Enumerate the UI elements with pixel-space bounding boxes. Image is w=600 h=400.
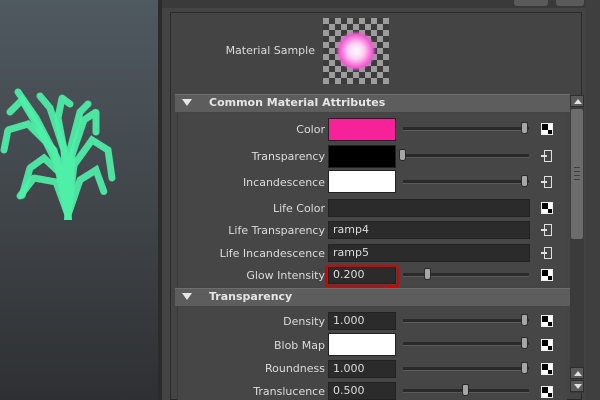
blob-map-slider-handle[interactable]	[521, 337, 529, 349]
density-field[interactable]: 1.000	[328, 312, 396, 330]
scroll-up-small-icon[interactable]	[570, 367, 584, 379]
density-slider-handle[interactable]	[521, 314, 529, 326]
vertical-scrollbar[interactable]	[570, 95, 584, 393]
density-map-button-icon[interactable]	[541, 315, 553, 327]
incandescence-slider-handle[interactable]	[521, 175, 529, 187]
color-swatch[interactable]	[328, 118, 396, 141]
glow-intensity-map-button-icon[interactable]	[541, 269, 553, 281]
translucence-map-button-icon[interactable]	[541, 386, 553, 398]
density-label: Density	[283, 315, 325, 328]
material-sample-glow	[336, 31, 376, 71]
roundness-label: Roundness	[264, 362, 325, 375]
life-incandescence-field[interactable]: ramp5	[328, 244, 530, 262]
top-button-1[interactable]	[514, 0, 548, 6]
life-color-map-button-icon[interactable]	[541, 202, 553, 214]
collapse-triangle-icon	[182, 293, 192, 300]
color-map-button-icon[interactable]	[541, 123, 553, 135]
material-sample-label: Material Sample	[225, 44, 315, 57]
transparency-connection-icon[interactable]	[541, 150, 553, 162]
blob-map-map-button-icon[interactable]	[541, 339, 553, 351]
transparency-slider-track[interactable]	[403, 154, 529, 158]
translucence-label: Translucence	[253, 385, 325, 398]
transparency-label: Transparency	[251, 150, 325, 163]
material-sample-swatch[interactable]	[323, 18, 389, 84]
color-slider-track[interactable]	[403, 127, 529, 131]
transparency-swatch[interactable]	[328, 145, 396, 168]
scroll-up-icon[interactable]	[570, 95, 584, 107]
incandescence-slider-track[interactable]	[403, 180, 529, 184]
glow-intensity-label: Glow Intensity	[246, 269, 325, 282]
life-color-label: Life Color	[272, 202, 325, 215]
roundness-field[interactable]: 1.000	[328, 360, 396, 378]
right-edge-panel	[586, 0, 600, 400]
section-header-common[interactable]: Common Material Attributes	[175, 94, 570, 112]
life-incandescence-connection-icon[interactable]	[541, 247, 553, 259]
blob-map-label: Blob Map	[273, 339, 325, 352]
section-header-transparency[interactable]: Transparency	[175, 288, 570, 306]
top-button-2[interactable]	[556, 0, 584, 6]
life-color-field[interactable]	[328, 199, 530, 217]
density-slider-track[interactable]	[403, 319, 529, 323]
roundness-map-button-icon[interactable]	[541, 363, 553, 375]
incandescence-swatch[interactable]	[328, 170, 396, 193]
particle-plant	[0, 88, 116, 220]
blob-map-slider-track[interactable]	[403, 342, 529, 346]
life-transparency-connection-icon[interactable]	[541, 224, 553, 236]
glow-intensity-slider-track[interactable]	[403, 273, 529, 277]
scroll-down-icon[interactable]	[570, 380, 584, 392]
glow-intensity-slider-handle[interactable]	[424, 268, 432, 280]
roundness-slider-track[interactable]	[403, 367, 529, 371]
viewport[interactable]	[0, 0, 158, 400]
life-incandescence-label: Life Incandescence	[219, 247, 325, 260]
section-title: Common Material Attributes	[209, 96, 386, 109]
color-slider-handle[interactable]	[521, 122, 529, 134]
editor-top-bar	[162, 0, 600, 8]
scrollbar-thumb[interactable]	[571, 109, 583, 239]
translucence-slider-handle[interactable]	[462, 384, 469, 396]
incandescence-connection-icon[interactable]	[541, 176, 553, 188]
life-transparency-field[interactable]: ramp4	[328, 221, 530, 239]
color-label: Color	[296, 123, 325, 136]
transparency-slider-handle[interactable]	[399, 149, 406, 161]
translucence-field[interactable]: 0.500	[328, 382, 396, 400]
incandescence-label: Incandescence	[242, 176, 325, 189]
section-title: Transparency	[209, 290, 293, 303]
blob-map-swatch[interactable]	[328, 333, 396, 356]
collapse-triangle-icon	[182, 99, 192, 106]
roundness-slider-handle[interactable]	[521, 362, 529, 374]
life-transparency-label: Life Transparency	[228, 224, 325, 237]
